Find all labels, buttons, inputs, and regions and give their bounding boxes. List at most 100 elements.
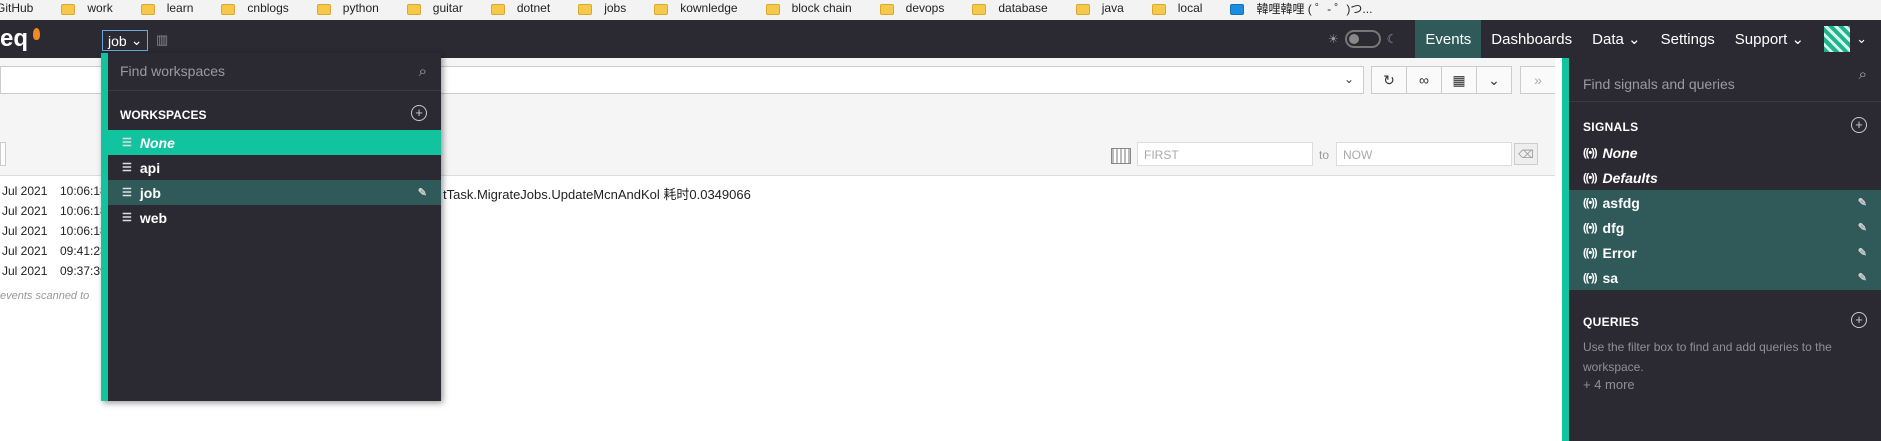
signal-item[interactable]: ((•)) sa ✎ — [1569, 265, 1881, 290]
edit-icon[interactable]: ✎ — [1858, 221, 1867, 234]
nav-events[interactable]: Events — [1415, 20, 1482, 58]
nav-data[interactable]: Data ⌄ — [1582, 20, 1650, 58]
signal-item[interactable]: ((•)) Defaults — [1569, 165, 1881, 190]
folder-icon — [140, 3, 155, 15]
bookmark-folder[interactable]: jobs — [578, 0, 626, 15]
search-icon[interactable]: ⌕ — [1859, 66, 1867, 83]
workspace-search-input[interactable]: Find workspaces — [108, 53, 441, 91]
workspace-item-none[interactable]: ☰ None — [108, 130, 441, 155]
workspaces-heading: WORKSPACES — [120, 108, 207, 122]
bookmark-folder[interactable]: work — [61, 0, 113, 15]
signal-icon: ((•)) — [1583, 271, 1597, 284]
workspace-item-web[interactable]: ☰ web — [108, 205, 441, 230]
divider — [1555, 58, 1562, 441]
workspace-item-api[interactable]: ☰ api — [108, 155, 441, 180]
signal-icon: ((•)) — [1583, 171, 1597, 184]
bookmark-site[interactable]: 韓哩韓哩 ( ゜- ゜)つ... — [1230, 0, 1372, 17]
view-dropdown-button[interactable]: ⌄ — [1476, 66, 1512, 94]
signal-icon: ((•)) — [1583, 246, 1597, 259]
link-icon: ∞ — [1419, 72, 1429, 88]
bookmark-folder[interactable]: cnblogs — [221, 0, 289, 15]
backspace-icon: ⌫ — [1518, 148, 1534, 161]
left-control[interactable] — [0, 142, 6, 166]
events-list: Jul 2021 10:06:18 tTask.MigrateJobs.Updat… — [0, 184, 751, 284]
event-row[interactable]: Jul 2021 10:06:18 — [0, 204, 107, 224]
bookmark-folder[interactable]: java — [1075, 0, 1124, 15]
edit-icon[interactable]: ✎ — [418, 186, 427, 199]
chevron-down-icon[interactable]: ⌄ — [1856, 31, 1867, 47]
list-icon: ☰ — [122, 137, 132, 149]
signal-item[interactable]: ((•)) dfg ✎ — [1569, 215, 1881, 240]
scan-status: events scanned to — [0, 290, 90, 302]
queries-more-link[interactable]: + 4 more — [1583, 377, 1635, 392]
to-label: to — [1319, 148, 1330, 162]
edit-icon[interactable]: ✎ — [1858, 271, 1867, 284]
signal-item[interactable]: ((•)) None — [1569, 140, 1881, 165]
folder-icon — [1075, 3, 1090, 15]
folder-icon — [654, 3, 669, 15]
bookmark-folder[interactable]: dotnet — [490, 0, 550, 15]
moon-icon: ☾ — [1386, 32, 1398, 46]
signal-item[interactable]: ((•)) Error ✎ — [1569, 240, 1881, 265]
workspace-dropdown: Find workspaces ⌕ WORKSPACES + ☰ None ☰ ap… — [101, 53, 441, 401]
theme-toggle[interactable]: ☀ ☾ — [1328, 30, 1398, 48]
bookmark-folder[interactable]: block chain — [765, 0, 852, 15]
folder-icon — [1151, 3, 1166, 15]
add-query-button[interactable]: + — [1851, 312, 1867, 328]
edit-icon[interactable]: ✎ — [1858, 246, 1867, 259]
signal-search-input[interactable]: Find signals and queries — [1569, 66, 1881, 102]
grid-icon: ▦ — [1452, 71, 1466, 88]
search-icon[interactable]: ⌕ — [419, 63, 427, 80]
chevron-down-icon[interactable]: ⌄ — [1344, 72, 1354, 86]
folder-icon — [879, 3, 894, 15]
bookmark-folder[interactable]: python — [316, 0, 379, 15]
chevron-down-icon: ⌄ — [1623, 31, 1641, 48]
tail-button[interactable]: » — [1520, 66, 1556, 94]
queries-help-text: Use the filter box to find and add queri… — [1583, 340, 1832, 374]
bookmark-github[interactable]: GitHub — [0, 0, 33, 15]
avatar[interactable] — [1824, 26, 1851, 52]
nav-support[interactable]: Support ⌄ — [1725, 20, 1814, 58]
edit-icon[interactable]: ✎ — [1858, 196, 1867, 209]
list-icon: ☰ — [122, 212, 132, 224]
bookmark-folder[interactable]: local — [1151, 0, 1202, 15]
workspace-switcher[interactable]: job ⌄ — [102, 30, 149, 51]
first-date-input[interactable]: FIRST — [1137, 142, 1313, 166]
workspace-item-job[interactable]: ☰ job ✎ — [108, 180, 441, 205]
workspace-current: job — [108, 32, 127, 49]
app-logo[interactable]: eq — [0, 25, 28, 53]
event-row[interactable]: Jul 2021 09:37:39 — [0, 264, 107, 284]
nav-right: ☀ ☾ Events Dashboards Data ⌄ Settings Su… — [1328, 20, 1881, 58]
view-grid-button[interactable]: ▦ — [1441, 66, 1477, 94]
folder-icon — [316, 3, 331, 15]
folder-icon — [578, 3, 593, 15]
refresh-button[interactable]: ↻ — [1371, 66, 1407, 94]
bookmark-folder[interactable]: guitar — [406, 0, 463, 15]
site-icon — [1230, 3, 1245, 15]
toggle-switch[interactable] — [1344, 30, 1381, 48]
bookmark-folder[interactable]: kownledge — [654, 0, 738, 15]
signal-item[interactable]: ((•)) asfdg ✎ — [1569, 190, 1881, 215]
nav-dashboards[interactable]: Dashboards — [1481, 20, 1582, 58]
bookmark-folder[interactable]: database — [972, 0, 1048, 15]
folder-icon — [221, 3, 236, 15]
event-row[interactable]: Jul 2021 09:41:23 — [0, 244, 107, 264]
list-icon: ☰ — [122, 187, 132, 199]
folder-icon — [765, 3, 780, 15]
link-button[interactable]: ∞ — [1406, 66, 1442, 94]
workspace-save-icon[interactable]: ▥ — [156, 32, 168, 48]
folder-icon — [490, 3, 505, 15]
add-signal-button[interactable]: + — [1851, 117, 1867, 133]
event-row[interactable]: Jul 2021 10:06:18 — [0, 224, 107, 244]
toolbar-buttons: ↻ ∞ ▦ ⌄ » — [1371, 66, 1556, 94]
calendar-icon[interactable] — [1111, 148, 1131, 164]
now-date-input[interactable]: NOW — [1336, 142, 1512, 166]
folder-icon — [406, 3, 421, 15]
clear-dates-button[interactable]: ⌫ — [1514, 143, 1538, 165]
chevron-down-icon: ⌄ — [130, 32, 143, 48]
event-row[interactable]: Jul 2021 10:06:18 tTask.MigrateJobs.Updat… — [0, 184, 751, 204]
nav-settings[interactable]: Settings — [1651, 20, 1725, 58]
bookmark-folder[interactable]: devops — [879, 0, 944, 15]
add-workspace-button[interactable]: + — [411, 105, 427, 121]
bookmark-folder[interactable]: learn — [140, 0, 193, 15]
